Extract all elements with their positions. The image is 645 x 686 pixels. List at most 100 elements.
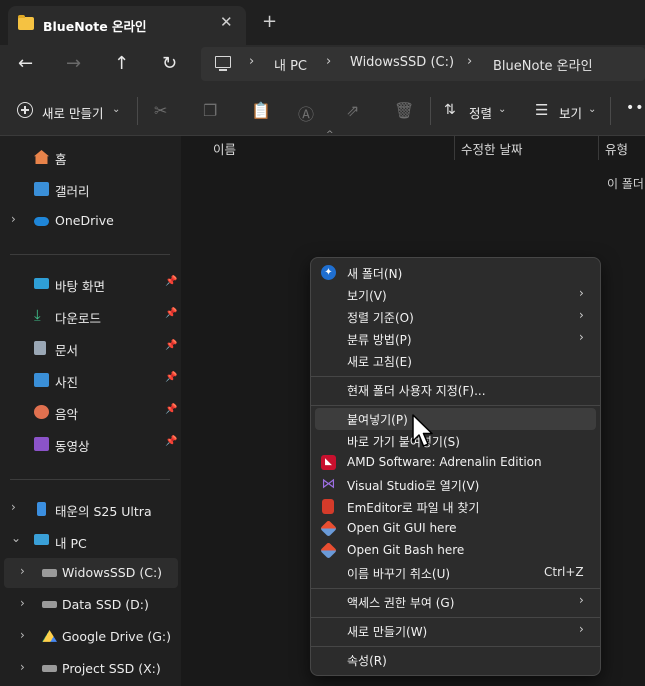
new-button[interactable]: 새로 만들기 <box>42 103 103 122</box>
sidebar-item-this-pc[interactable]: ⌄ 내 PC <box>0 526 181 556</box>
chevron-right-icon[interactable]: › <box>20 564 25 578</box>
sort-icon[interactable]: ⇅ <box>444 102 456 118</box>
chevron-right-icon[interactable]: › <box>20 596 25 610</box>
sidebar-item-drive-g[interactable]: › Google Drive (G:) <box>0 622 181 652</box>
paste-icon[interactable]: 📋 <box>251 101 271 120</box>
amd-icon: ◣ <box>321 455 336 470</box>
menu-item-emeditor[interactable]: EmEditor로 파일 내 찾기 <box>315 496 596 518</box>
column-header-type[interactable]: 유형 <box>605 139 628 158</box>
menu-item-paste[interactable]: 붙여넣기(P) <box>315 408 596 430</box>
menu-item-new[interactable]: 새로 만들기(W) › <box>315 620 596 642</box>
menu-item-amd-software[interactable]: ◣ AMD Software: Adrenalin Edition <box>315 452 596 474</box>
menu-item-group-by[interactable]: 분류 방법(P) › <box>315 328 596 350</box>
close-icon[interactable]: ✕ <box>220 13 233 31</box>
download-icon: ⤓ <box>34 306 41 324</box>
menu-item-visual-studio[interactable]: ⋈ Visual Studio로 열기(V) <box>315 474 596 496</box>
menu-item-view[interactable]: 보기(V) › <box>315 284 596 306</box>
sidebar-item-label: Project SSD (X:) <box>62 661 161 676</box>
up-button[interactable]: ↑ <box>114 53 129 74</box>
pin-icon[interactable]: 📌 <box>165 372 177 383</box>
refresh-button[interactable]: ↻ <box>162 53 177 74</box>
context-menu: ✦ 새 폴더(N) 보기(V) › 정렬 기준(O) › 분류 방법(P) › … <box>310 257 601 676</box>
computer-icon <box>34 534 49 545</box>
more-options-icon[interactable]: ••• <box>626 100 645 116</box>
sidebar-item-downloads[interactable]: ⤓ 다운로드 📌 <box>0 301 181 331</box>
sidebar-item-gallery[interactable]: 갤러리 <box>0 174 181 204</box>
column-divider[interactable] <box>454 136 455 160</box>
menu-item-label: EmEditor로 파일 내 찾기 <box>347 501 480 515</box>
sidebar-item-onedrive[interactable]: › OneDrive <box>0 206 181 236</box>
sidebar-item-drive-d[interactable]: › Data SSD (D:) <box>0 590 181 620</box>
sidebar-item-videos[interactable]: 동영상 📌 <box>0 429 181 459</box>
chevron-right-icon: › <box>579 622 584 636</box>
divider <box>10 254 170 255</box>
address-bar[interactable]: › 내 PC › WidowsSSD (C:) › BlueNote 온라인 <box>201 47 645 81</box>
menu-item-properties[interactable]: 속성(R) <box>315 649 596 671</box>
copy-icon[interactable]: ❐ <box>203 101 217 120</box>
rename-icon[interactable]: Ⓐ <box>298 101 314 125</box>
sidebar-item-desktop[interactable]: 바탕 화면 📌 <box>0 269 181 299</box>
back-button[interactable]: ← <box>18 53 33 74</box>
git-bash-icon <box>320 542 337 559</box>
chevron-right-icon[interactable]: › <box>20 628 25 642</box>
sidebar-item-home[interactable]: 홈 <box>0 142 181 172</box>
sidebar-item-pictures[interactable]: 사진 📌 <box>0 365 181 395</box>
menu-item-undo-rename[interactable]: 이름 바꾸기 취소(U) Ctrl+Z <box>315 562 596 584</box>
pin-icon[interactable]: 📌 <box>165 436 177 447</box>
menu-item-label: Open Git Bash here <box>347 543 465 557</box>
toolbar-divider <box>137 97 138 125</box>
column-divider[interactable] <box>598 136 599 160</box>
column-header-modified[interactable]: 수정한 날짜 <box>461 139 522 158</box>
chevron-right-icon[interactable]: › <box>20 660 25 674</box>
sidebar-item-documents[interactable]: 문서 📌 <box>0 333 181 363</box>
chevron-down-icon[interactable]: ⌄ <box>498 104 506 115</box>
chevron-down-icon[interactable]: ⌄ <box>112 104 120 115</box>
pictures-icon <box>34 373 49 387</box>
chevron-right-icon[interactable]: › <box>249 54 254 69</box>
view-button[interactable]: 보기 <box>559 103 582 122</box>
chevron-down-icon[interactable]: ⌄ <box>11 531 21 545</box>
tab-bar: BlueNote 온라인 ✕ + <box>0 0 645 45</box>
menu-item-sort-by[interactable]: 정렬 기준(O) › <box>315 306 596 328</box>
menu-item-customize-folder[interactable]: 현재 폴더 사용자 지정(F)... <box>315 379 596 401</box>
drive-icon <box>42 601 57 608</box>
cut-icon[interactable]: ✂ <box>154 101 167 120</box>
sidebar-item-label: OneDrive <box>55 213 114 228</box>
sidebar-item-label: 내 PC <box>55 536 87 551</box>
menu-item-git-bash[interactable]: Open Git Bash here <box>315 540 596 562</box>
chevron-right-icon[interactable]: › <box>467 54 472 69</box>
menu-item-git-gui[interactable]: Open Git GUI here <box>315 518 596 540</box>
chevron-right-icon[interactable]: › <box>11 212 16 226</box>
column-header-name[interactable]: 이름 <box>213 139 236 158</box>
view-list-icon[interactable]: ☰ <box>535 101 548 119</box>
chevron-right-icon[interactable]: › <box>11 500 16 514</box>
pin-icon[interactable]: 📌 <box>165 340 177 351</box>
tab-bluenote[interactable]: BlueNote 온라인 ✕ <box>8 6 246 45</box>
google-drive-icon <box>42 630 57 642</box>
menu-item-label: AMD Software: Adrenalin Edition <box>347 455 542 469</box>
breadcrumb-this-pc[interactable]: 내 PC <box>274 55 307 74</box>
new-folder-icon: ✦ <box>321 265 336 280</box>
sidebar-item-drive-x[interactable]: › Project SSD (X:) <box>0 654 181 684</box>
sidebar-item-phone[interactable]: › 태운의 S25 Ultra <box>0 494 181 524</box>
menu-item-refresh[interactable]: 새로 고침(E) <box>315 350 596 372</box>
pin-icon[interactable]: 📌 <box>165 404 177 415</box>
breadcrumb-drive-c[interactable]: WidowsSSD (C:) <box>350 55 454 70</box>
sort-button[interactable]: 정렬 <box>469 103 492 122</box>
pin-icon[interactable]: 📌 <box>165 308 177 319</box>
delete-icon[interactable]: 🗑 <box>394 101 414 120</box>
chevron-right-icon[interactable]: › <box>326 54 331 69</box>
forward-button[interactable]: → <box>66 53 81 74</box>
chevron-down-icon[interactable]: ⌄ <box>588 104 596 115</box>
new-tab-button[interactable]: + <box>262 11 277 32</box>
menu-item-new-folder[interactable]: ✦ 새 폴더(N) <box>315 262 596 284</box>
menu-item-paste-shortcut[interactable]: 바로 가기 붙여넣기(S) <box>315 430 596 452</box>
pin-icon[interactable]: 📌 <box>165 276 177 287</box>
phone-icon <box>37 502 46 516</box>
breadcrumb-bluenote[interactable]: BlueNote 온라인 <box>493 55 593 74</box>
menu-item-give-access[interactable]: 액세스 권한 부여 (G) › <box>315 591 596 613</box>
menu-item-label: 현재 폴더 사용자 지정(F)... <box>347 384 486 398</box>
share-icon[interactable]: ⇗ <box>346 101 359 120</box>
sidebar-item-drive-c[interactable]: › WidowsSSD (C:) <box>4 558 178 588</box>
sidebar-item-music[interactable]: 음악 📌 <box>0 397 181 427</box>
